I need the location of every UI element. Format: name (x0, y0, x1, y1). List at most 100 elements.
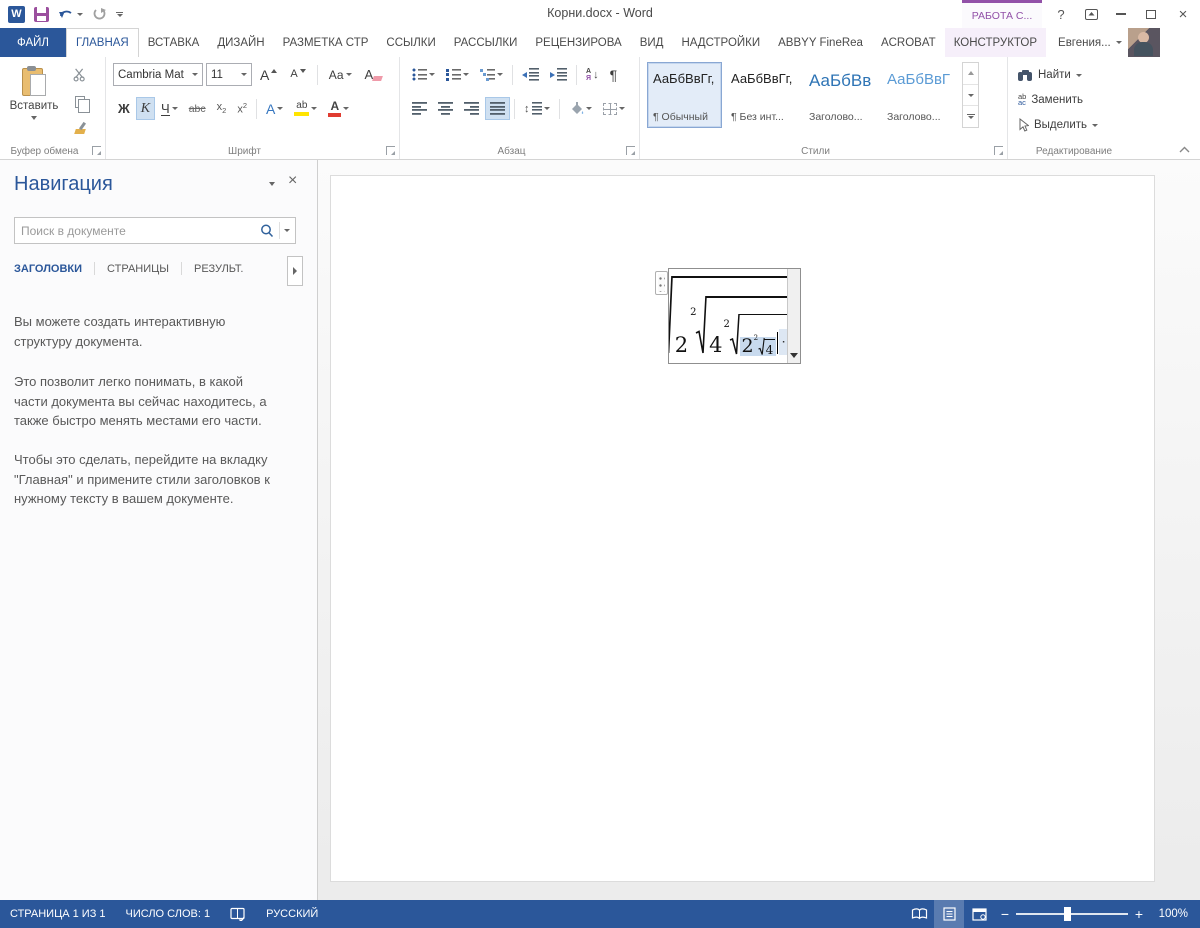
find-button[interactable]: Найти (1018, 64, 1082, 86)
navigation-pane-close-icon[interactable]: × (288, 172, 297, 190)
shading-button[interactable] (564, 97, 597, 120)
underline-button[interactable]: Ч (156, 97, 183, 120)
styles-scroll-down-button[interactable] (963, 85, 978, 107)
equation-scrollbar[interactable] (787, 269, 800, 363)
tab-addins[interactable]: НАДСТРОЙКИ (672, 28, 769, 57)
italic-button[interactable]: К (136, 97, 155, 120)
show-paragraph-marks-button[interactable]: ¶ (605, 63, 623, 86)
styles-gallery-more-button[interactable] (963, 106, 978, 127)
style-card-heading1[interactable]: АаБбВв Заголово... (803, 62, 878, 128)
line-spacing-button[interactable]: ↕ (519, 97, 555, 120)
justify-button[interactable] (485, 97, 510, 120)
font-color-button[interactable]: А (323, 97, 354, 120)
tab-design[interactable]: ДИЗАЙН (208, 28, 273, 57)
search-input[interactable] (15, 224, 259, 238)
zoom-slider-thumb[interactable] (1064, 907, 1071, 921)
align-left-button[interactable] (407, 97, 432, 120)
multilevel-list-button[interactable] (475, 63, 508, 86)
grow-font-button[interactable]: А (255, 63, 282, 86)
zoom-out-button[interactable]: − (994, 906, 1016, 922)
subscript-button[interactable]: x2 (212, 97, 232, 120)
web-layout-button[interactable] (964, 900, 994, 928)
font-name-combo[interactable]: Cambria Mat (113, 63, 203, 86)
decrease-indent-button[interactable] (517, 63, 544, 86)
font-size-combo[interactable]: 11 (206, 63, 252, 86)
replace-button[interactable]: abac Заменить (1018, 89, 1083, 111)
style-card-normal[interactable]: АаБбВвГг, ¶ Обычный (647, 62, 722, 128)
equation-drag-handle[interactable] (655, 271, 668, 295)
styles-dialog-launcher-icon[interactable] (994, 146, 1003, 155)
superscript-button[interactable]: x2 (232, 97, 252, 120)
navigation-pane-options-icon[interactable] (269, 182, 275, 186)
search-options-dropdown-icon[interactable] (284, 229, 290, 232)
style-card-heading2[interactable]: АаБбВвГ Заголово... (881, 62, 956, 128)
format-painter-button[interactable] (68, 117, 92, 140)
user-avatar[interactable] (1128, 28, 1160, 57)
nav-tab-headings[interactable]: ЗАГОЛОВКИ (14, 263, 94, 275)
align-right-button[interactable] (459, 97, 484, 120)
tab-mailings[interactable]: РАССЫЛКИ (445, 28, 527, 57)
scrollbar-down-button[interactable] (789, 349, 799, 362)
binoculars-icon (1018, 70, 1033, 81)
tab-home[interactable]: ГЛАВНАЯ (66, 28, 139, 57)
tab-file[interactable]: ФАЙЛ (0, 28, 66, 57)
close-button[interactable]: × (1170, 4, 1196, 24)
tab-page-layout[interactable]: РАЗМЕТКА СТР (274, 28, 378, 57)
document-page[interactable]: 2 2 2 4 2 (330, 175, 1155, 882)
paragraph-dialog-launcher-icon[interactable] (626, 146, 635, 155)
increase-indent-button[interactable] (545, 63, 572, 86)
strikethrough-button[interactable]: abc (184, 97, 211, 120)
zoom-in-button[interactable]: + (1128, 906, 1150, 922)
document-search-box[interactable] (14, 217, 296, 244)
print-layout-button[interactable] (934, 900, 964, 928)
tab-review[interactable]: РЕЦЕНЗИРОВА (526, 28, 630, 57)
nav-tabs-overflow-button[interactable] (287, 256, 303, 286)
user-account[interactable]: Евгения... (1052, 28, 1128, 57)
read-mode-button[interactable] (904, 900, 934, 928)
search-icon[interactable] (259, 223, 275, 239)
style-card-no-spacing[interactable]: АаБбВвГг, ¶ Без инт... (725, 62, 800, 128)
navigation-tabs: ЗАГОЛОВКИ СТРАНИЦЫ РЕЗУЛЬТ. (14, 262, 255, 275)
nav-tab-pages[interactable]: СТРАНИЦЫ (95, 263, 181, 275)
font-dialog-launcher-icon[interactable] (386, 146, 395, 155)
bold-button[interactable]: Ж (113, 97, 135, 120)
page-indicator[interactable]: СТРАНИЦА 1 ИЗ 1 (0, 900, 116, 928)
collapse-ribbon-button[interactable] (1179, 146, 1190, 153)
tab-equation-design[interactable]: КОНСТРУКТОР (945, 28, 1046, 57)
tab-view[interactable]: ВИД (631, 28, 673, 57)
change-case-button[interactable]: Аа (324, 63, 357, 86)
zoom-level[interactable]: 100% (1150, 908, 1200, 920)
select-button[interactable]: Выделить (1018, 114, 1098, 136)
align-center-button[interactable] (433, 97, 458, 120)
styles-scroll-up-button[interactable] (963, 63, 978, 85)
tab-references[interactable]: ССЫЛКИ (377, 28, 444, 57)
copy-button[interactable] (68, 90, 92, 113)
navigation-pane-title: Навигация (14, 173, 113, 196)
bullets-button[interactable] (407, 63, 440, 86)
text-effects-button[interactable]: А (261, 97, 288, 120)
help-button[interactable]: ? (1048, 4, 1074, 24)
cut-button[interactable] (68, 63, 92, 86)
numbering-button[interactable] (441, 63, 474, 86)
ribbon-display-options-button[interactable] (1078, 4, 1104, 24)
clear-formatting-button[interactable]: А (360, 63, 388, 86)
nav-tab-results[interactable]: РЕЗУЛЬТ. (182, 263, 255, 275)
minimize-button[interactable] (1108, 4, 1134, 24)
language-indicator[interactable]: РУССКИЙ (256, 900, 328, 928)
zoom-slider[interactable] (1016, 913, 1128, 915)
shrink-font-button[interactable]: А (285, 63, 310, 86)
proofing-status[interactable] (220, 900, 256, 928)
paste-button[interactable]: Вставить (8, 62, 60, 152)
sort-button[interactable]: АЯ↓ (581, 63, 604, 86)
highlight-color-button[interactable]: ab (289, 97, 322, 120)
tab-insert[interactable]: ВСТАВКА (139, 28, 209, 57)
restore-button[interactable] (1138, 4, 1164, 24)
tab-abbyy[interactable]: ABBYY FineRea (769, 28, 872, 57)
contextual-tab-group-label[interactable]: РАБОТА С... (962, 0, 1042, 28)
equation-content[interactable]: 2 2 2 4 2 (669, 269, 787, 363)
tab-acrobat[interactable]: ACROBAT (872, 28, 945, 57)
clipboard-dialog-launcher-icon[interactable] (92, 146, 101, 155)
word-count[interactable]: ЧИСЛО СЛОВ: 1 (116, 900, 221, 928)
borders-button[interactable] (598, 97, 630, 120)
equation-object[interactable]: 2 2 2 4 2 (668, 268, 801, 364)
